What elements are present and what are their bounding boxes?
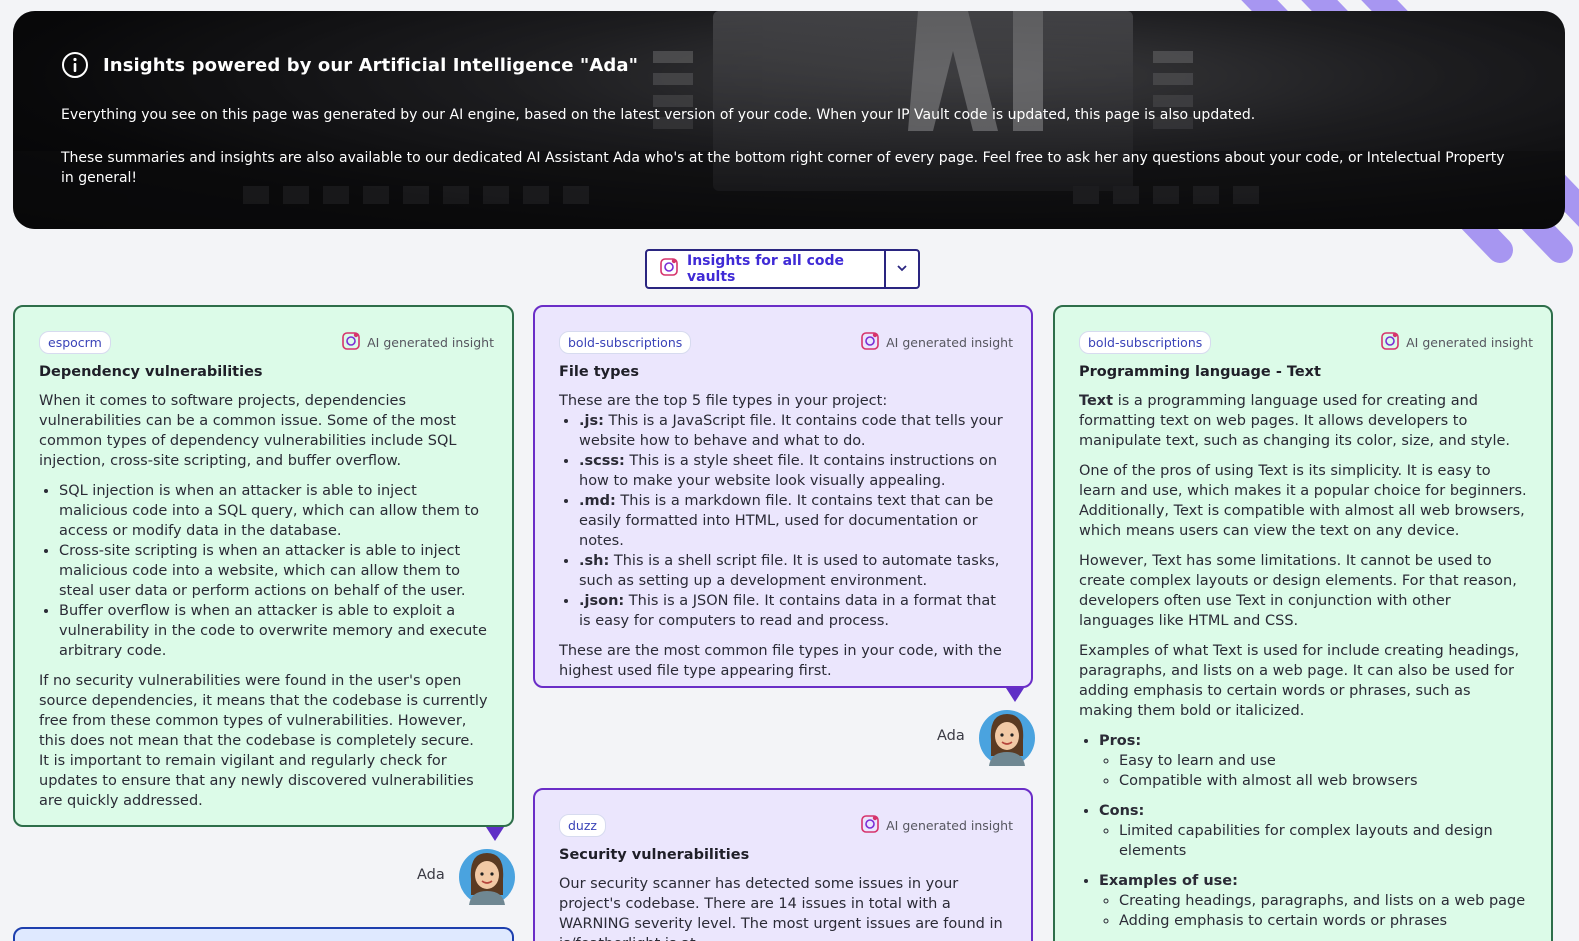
file-description: This is a JSON file. It contains data in…	[579, 593, 996, 629]
card-paragraph: Text is a programming language used for …	[1079, 391, 1527, 451]
file-extension: .md:	[579, 493, 616, 509]
list-item: Creating headings, paragraphs, and lists…	[1119, 891, 1527, 911]
card-intro: Our security scanner has detected some i…	[559, 876, 1003, 941]
vault-tag[interactable]: bold-subscriptions	[559, 331, 692, 354]
ai-generated-text: AI generated insight	[1406, 335, 1533, 350]
insight-card-filetypes: bold-subscriptions AI generated insight …	[533, 305, 1033, 688]
list-item: Limited capabilities for complex layouts…	[1119, 821, 1527, 861]
ai-generated-label: AI generated insight	[860, 331, 1013, 354]
insight-card-dependency: espocrm AI generated insight Dependency …	[13, 305, 514, 827]
ai-generated-text: AI generated insight	[886, 818, 1013, 833]
speech-pointer	[1006, 688, 1024, 702]
list-item: Cross-site scripting is when an attacker…	[59, 541, 488, 601]
card-paragraph: However, Text has some limitations. It c…	[1079, 553, 1517, 629]
list-item: Adding emphasis to certain words or phra…	[1119, 911, 1527, 931]
cons-section: Cons: Limited capabilities for complex l…	[1099, 801, 1527, 861]
card-outro: If no security vulnerabilities were foun…	[39, 673, 488, 809]
cons-label: Cons:	[1099, 803, 1145, 819]
list-item: SQL injection is when an attacker is abl…	[59, 481, 488, 541]
ada-avatar[interactable]	[458, 845, 515, 905]
list-item: .sh: This is a shell script file. It is …	[579, 551, 1007, 591]
vault-tag[interactable]: espocrm	[39, 331, 111, 354]
speech-pointer	[486, 827, 504, 841]
card-title: Security vulnerabilities	[559, 847, 750, 863]
list-item: .json: This is a JSON file. It contains …	[579, 591, 1007, 631]
list-item: Buffer overflow is when an attacker is a…	[59, 601, 488, 661]
ai-brain-icon	[659, 257, 679, 281]
file-extension: .sh:	[579, 553, 610, 569]
next-card-top-edge	[13, 927, 514, 941]
card-title: Programming language - Text	[1079, 364, 1321, 380]
vault-dropdown-toggle[interactable]	[884, 251, 918, 287]
ai-brain-icon	[860, 814, 880, 837]
card-intro: When it comes to software projects, depe…	[39, 393, 457, 469]
banner-paragraph-1: Everything you see on this page was gene…	[61, 107, 1256, 123]
ai-generated-label: AI generated insight	[860, 814, 1013, 837]
vault-tag[interactable]: bold-subscriptions	[1079, 331, 1212, 354]
ai-brain-icon	[1380, 331, 1400, 354]
examples-label: Examples of use:	[1099, 873, 1238, 889]
examples-section: Examples of use: Creating headings, para…	[1099, 871, 1527, 931]
banner-title-text: Insights powered by our Artificial Intel…	[103, 54, 639, 76]
ai-brain-icon	[341, 331, 361, 354]
list-item: .js: This is a JavaScript file. It conta…	[579, 411, 1007, 451]
file-description: This is a shell script file. It is used …	[579, 553, 1000, 589]
pros-label: Pros:	[1099, 733, 1142, 749]
insights-vault-button[interactable]: Insights for all code vaults	[647, 251, 884, 287]
ada-attribution: Ada	[417, 845, 515, 905]
vault-tag[interactable]: duzz	[559, 814, 606, 837]
ada-name: Ada	[937, 728, 965, 744]
card-intro: These are the top 5 file types in your p…	[559, 393, 888, 409]
list-item: .scss: This is a style sheet file. It co…	[579, 451, 1007, 491]
vault-selector[interactable]: Insights for all code vaults	[645, 249, 920, 289]
file-extension: .json:	[579, 593, 625, 609]
chevron-down-icon	[895, 260, 909, 279]
banner-paragraph-2: These summaries and insights are also av…	[61, 150, 1505, 186]
ai-generated-label: AI generated insight	[341, 331, 494, 354]
card-title: File types	[559, 364, 639, 380]
ai-insights-banner: Insights powered by our Artificial Intel…	[13, 11, 1565, 229]
banner-title: Insights powered by our Artificial Intel…	[61, 51, 1517, 79]
file-description: This is a markdown file. It contains tex…	[579, 493, 994, 549]
card-paragraph: Examples of what Text is used for includ…	[1079, 643, 1520, 719]
vulnerability-list: SQL injection is when an attacker is abl…	[59, 481, 488, 661]
ai-brain-icon	[860, 331, 880, 354]
insights-vault-label: Insights for all code vaults	[687, 253, 845, 285]
file-extension: .scss:	[579, 453, 625, 469]
card-title: Dependency vulnerabilities	[39, 364, 263, 380]
ai-generated-text: AI generated insight	[886, 335, 1013, 350]
ai-generated-label: AI generated insight	[1380, 331, 1533, 354]
ai-generated-text: AI generated insight	[367, 335, 494, 350]
file-description: This is a style sheet file. It contains …	[579, 453, 998, 489]
list-item: Easy to learn and use	[1119, 751, 1527, 771]
summary-list: Pros: Easy to learn and use Compatible w…	[1099, 731, 1527, 931]
insight-card-security: duzz AI generated insight Security vulne…	[533, 788, 1033, 941]
ada-avatar[interactable]	[978, 706, 1035, 766]
info-icon	[61, 51, 89, 79]
list-item: .md: This is a markdown file. It contain…	[579, 491, 1007, 551]
file-description: This is a JavaScript file. It contains c…	[579, 413, 1003, 449]
ada-name: Ada	[417, 867, 445, 883]
file-extension: .js:	[579, 413, 604, 429]
card-outro: These are the most common file types in …	[559, 643, 1002, 679]
insight-card-language: bold-subscriptions AI generated insight …	[1053, 305, 1553, 941]
paragraph-text: is a programming language used for creat…	[1079, 393, 1511, 449]
language-name: Text	[1079, 393, 1114, 409]
list-item: Compatible with almost all web browsers	[1119, 771, 1527, 791]
pros-section: Pros: Easy to learn and use Compatible w…	[1099, 731, 1527, 791]
card-paragraph: One of the pros of using Text is its sim…	[1079, 463, 1527, 539]
ada-attribution: Ada	[937, 706, 1035, 766]
filetype-list: .js: This is a JavaScript file. It conta…	[579, 411, 1007, 631]
